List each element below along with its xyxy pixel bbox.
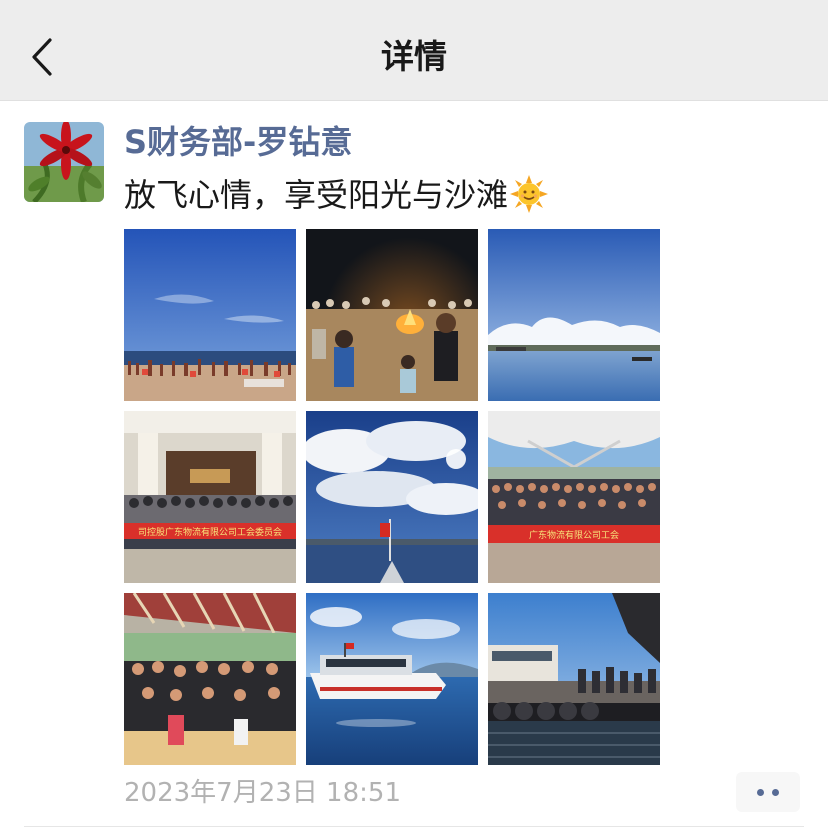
page-title: 详情 — [381, 37, 447, 76]
photo-thumbnail-5[interactable] — [306, 411, 478, 583]
sun-with-face-icon — [510, 175, 549, 224]
more-actions-button[interactable] — [736, 772, 800, 812]
photo-thumbnail-6[interactable]: 广东物流有限公司工会 — [488, 411, 660, 583]
author-avatar[interactable] — [24, 122, 104, 202]
photo-thumbnail-1[interactable] — [124, 229, 296, 401]
photo-thumbnail-7[interactable] — [124, 593, 296, 765]
author-name-link[interactable]: S财务部-罗钻意 — [124, 120, 352, 164]
top-navigation-bar: 详情 — [0, 0, 828, 101]
photo-grid: 司控股广东物流有限公司工会委员会 广东物流有限公司工会 — [124, 229, 660, 765]
post-text-content: 放飞心情，享受阳光与沙滩 — [124, 176, 509, 214]
photo-thumbnail-3[interactable] — [488, 229, 660, 401]
banner-text: 广东物流有限公司工会 — [529, 529, 619, 541]
photo-thumbnail-8[interactable] — [306, 593, 478, 765]
photo-thumbnail-2[interactable] — [306, 229, 478, 401]
divider — [24, 826, 804, 827]
photo-thumbnail-4[interactable]: 司控股广东物流有限公司工会委员会 — [124, 411, 296, 583]
banner-text: 司控股广东物流有限公司工会委员会 — [138, 526, 282, 538]
post-text: 放飞心情，享受阳光与沙滩 — [124, 173, 549, 224]
photo-thumbnail-9[interactable] — [488, 593, 660, 765]
post-timestamp: 2023年7月23日 18:51 — [124, 778, 401, 808]
